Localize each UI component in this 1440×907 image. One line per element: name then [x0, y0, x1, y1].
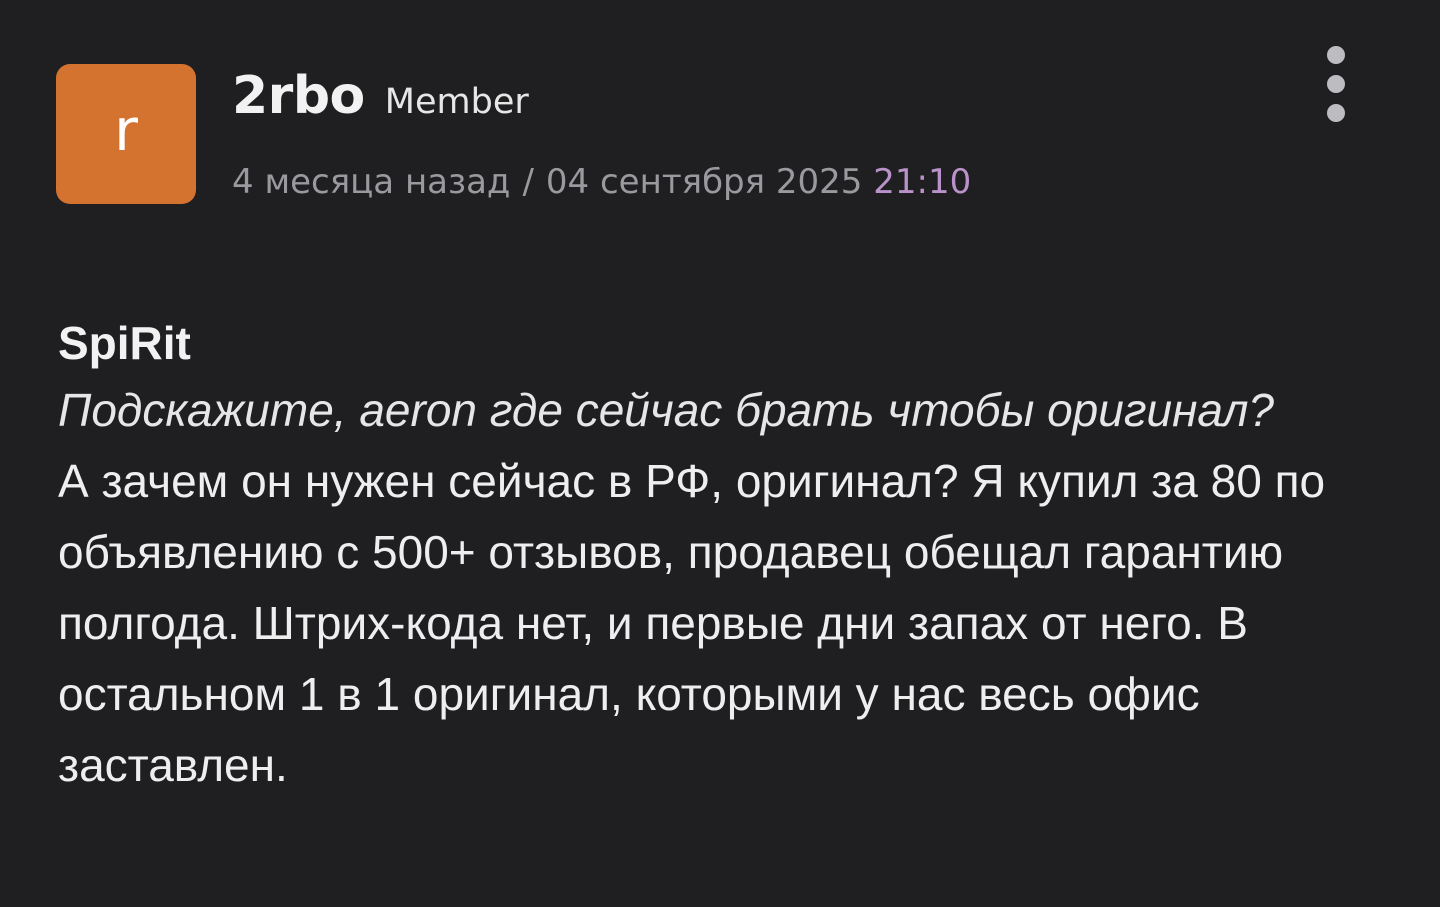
reply-text: А зачем он нужен сейчас в РФ, оригинал? … — [58, 455, 1326, 791]
more-options-button[interactable] — [1322, 46, 1350, 122]
quote-text: Подскажите, aeron где сейчас брать чтобы… — [58, 384, 1275, 436]
avatar-letter: r — [114, 96, 138, 164]
vertical-ellipsis-icon — [1327, 46, 1345, 64]
vertical-ellipsis-icon — [1327, 75, 1345, 93]
quote-block: SpiRit Подскажите, aeron где сейчас брат… — [58, 312, 1388, 446]
quote-author[interactable]: SpiRit — [58, 312, 1388, 374]
vertical-ellipsis-icon — [1327, 104, 1345, 122]
post-content: SpiRit Подскажите, aeron где сейчас брат… — [58, 312, 1388, 801]
post-date: 04 сентября 2025 — [545, 162, 863, 202]
comment-post: r 2rbo Member 4 месяца назад / 04 сентября… — [0, 0, 1440, 907]
user-role-badge: Member — [384, 82, 529, 122]
name-row: 2rbo Member — [232, 66, 971, 140]
username-link[interactable]: 2rbo — [232, 66, 365, 126]
post-header: 2rbo Member 4 месяца назад / 04 сентября 2… — [232, 66, 971, 206]
avatar[interactable]: r — [56, 64, 196, 204]
timestamp-separator: / — [522, 162, 534, 202]
post-time: 21:10 — [873, 162, 972, 202]
post-timestamp: 4 месяца назад / 04 сентября 2025 21:10 — [232, 162, 971, 202]
relative-time: 4 месяца назад — [232, 162, 511, 202]
